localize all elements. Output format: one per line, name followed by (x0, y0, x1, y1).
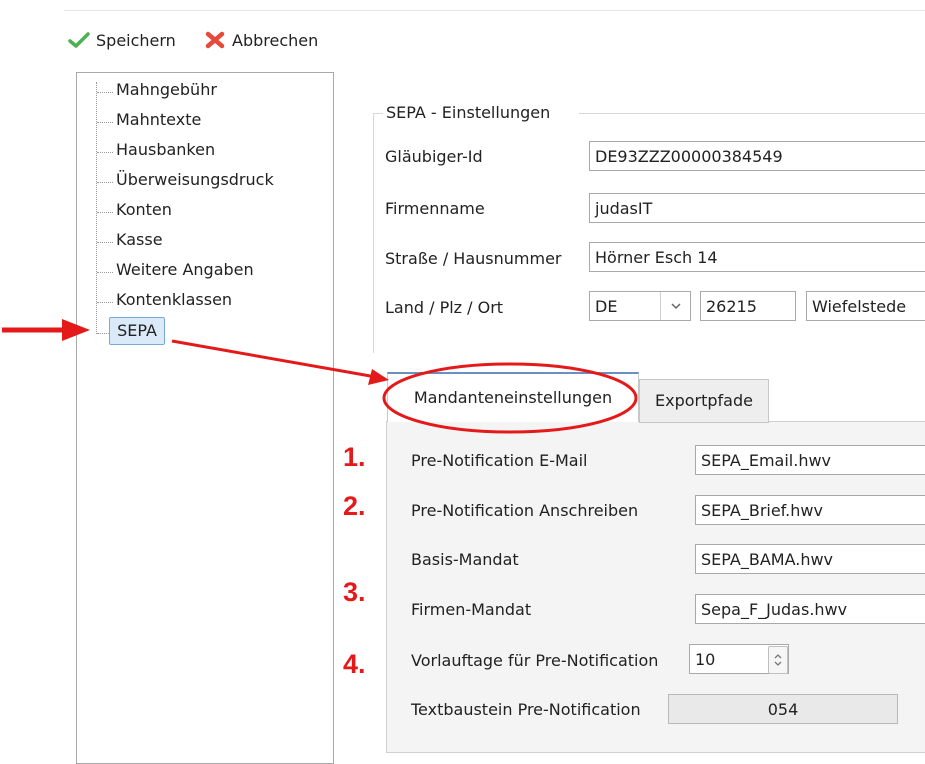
tree-item-kontenklassen[interactable]: Kontenklassen (116, 290, 232, 314)
up-down-arrows-icon (774, 654, 782, 666)
tree-connector-dot (97, 92, 113, 94)
tree-connector-dot (97, 152, 113, 154)
tree-item-hausbanken[interactable]: Hausbanken (116, 140, 215, 164)
group-border (579, 113, 925, 114)
tree-item-mahntexte[interactable]: Mahntexte (116, 110, 201, 134)
tree-connector-dot (97, 182, 113, 184)
save-button[interactable]: Speichern (68, 27, 176, 53)
company-mandate-label: Firmen-Mandat (411, 600, 532, 619)
save-button-label: Speichern (96, 30, 176, 50)
pre-notification-email-field[interactable]: SEPA_Email.hwv (695, 445, 925, 475)
company-name-label: Firmenname (385, 199, 485, 218)
pre-notification-letter-field[interactable]: SEPA_Brief.hwv (695, 495, 925, 525)
cross-icon (205, 31, 225, 49)
annotation-number: 1. (343, 442, 366, 472)
tree-item-konten[interactable]: Konten (116, 200, 172, 224)
tab-mandanteneinstellungen[interactable]: Mandanteneinstellungen (387, 372, 639, 422)
country-dropdown-button[interactable] (660, 292, 691, 320)
tree-item-kasse[interactable]: Kasse (116, 230, 163, 254)
lead-days-spinner[interactable] (768, 646, 788, 674)
cancel-button-label: Abbrechen (232, 30, 319, 50)
tree-connector-dot (97, 302, 113, 304)
text-block-label: Textbaustein Pre-Notification (411, 700, 641, 719)
lead-days-value: 10 (695, 650, 716, 669)
tree-connector-dot (97, 333, 109, 335)
tree-connector-dot (97, 212, 113, 214)
checkmark-icon (68, 32, 90, 48)
lead-days-label: Vorlauftage für Pre-Notification (411, 651, 659, 670)
tree-item-ueberweisungsdruck[interactable]: Überweisungsdruck (116, 170, 274, 194)
basis-mandate-label: Basis-Mandat (411, 550, 519, 569)
location-label: Land / Plz / Ort (385, 298, 504, 317)
street-field[interactable]: Hörner Esch 14 (589, 242, 925, 272)
city-field[interactable]: Wiefelstede (806, 291, 925, 321)
street-label: Straße / Hausnummer (385, 249, 562, 268)
company-name-field[interactable]: judasIT (589, 193, 925, 223)
tree-connector-dot (97, 272, 113, 274)
pre-notification-email-label: Pre-Notification E-Mail (411, 451, 588, 470)
tree-connector-dot (97, 122, 113, 124)
tree-item-sepa[interactable]: SEPA (109, 317, 165, 345)
cancel-button[interactable]: Abbrechen (204, 27, 318, 53)
top-separator (64, 10, 925, 11)
annotation-number: 3. (343, 577, 366, 607)
tree-item-weitere-angaben[interactable]: Weitere Angaben (116, 260, 254, 284)
chevron-down-icon (671, 303, 681, 310)
tree-connector (96, 82, 98, 334)
text-block-field[interactable]: 054 (668, 694, 898, 724)
group-border (373, 113, 374, 353)
basis-mandate-field[interactable]: SEPA_BAMA.hwv (695, 544, 925, 574)
country-value: DE (595, 297, 618, 316)
creditor-id-field[interactable]: DE93ZZZ00000384549 (589, 141, 925, 171)
group-border (373, 113, 383, 114)
group-title: SEPA - Einstellungen (386, 103, 551, 122)
annotation-number: 4. (343, 649, 366, 679)
creditor-id-label: Gläubiger-Id (385, 147, 483, 166)
pre-notification-letter-label: Pre-Notification Anschreiben (411, 501, 639, 520)
tab-exportpfade[interactable]: Exportpfade (639, 379, 769, 423)
annotation-number: 2. (343, 491, 366, 521)
tree-item-mahngebuehr[interactable]: Mahngebühr (116, 80, 217, 104)
zip-field[interactable]: 26215 (700, 291, 796, 321)
tree-connector-dot (97, 242, 113, 244)
company-mandate-field[interactable]: Sepa_F_Judas.hwv (695, 594, 925, 624)
